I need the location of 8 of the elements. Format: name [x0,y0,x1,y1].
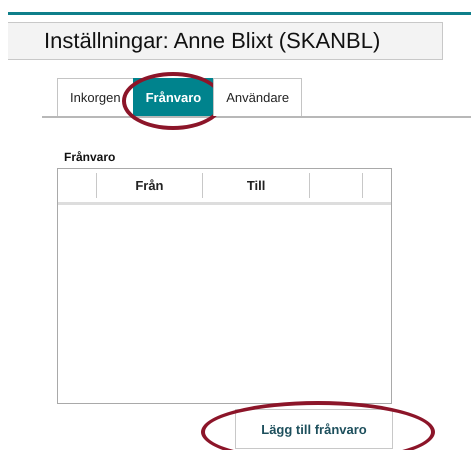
section-heading: Frånvaro [64,150,116,164]
tab[interactable]: Användare [213,78,302,116]
page-title: Inställningar: Anne Blixt (SKANBL) [44,28,380,54]
column-header: Till [203,173,310,198]
column-header: Från [96,173,204,198]
tab[interactable]: Frånvaro [132,78,214,116]
add-absence-button[interactable]: Lägg till frånvaro [235,409,393,449]
tab[interactable]: Inkorgen [57,78,134,116]
